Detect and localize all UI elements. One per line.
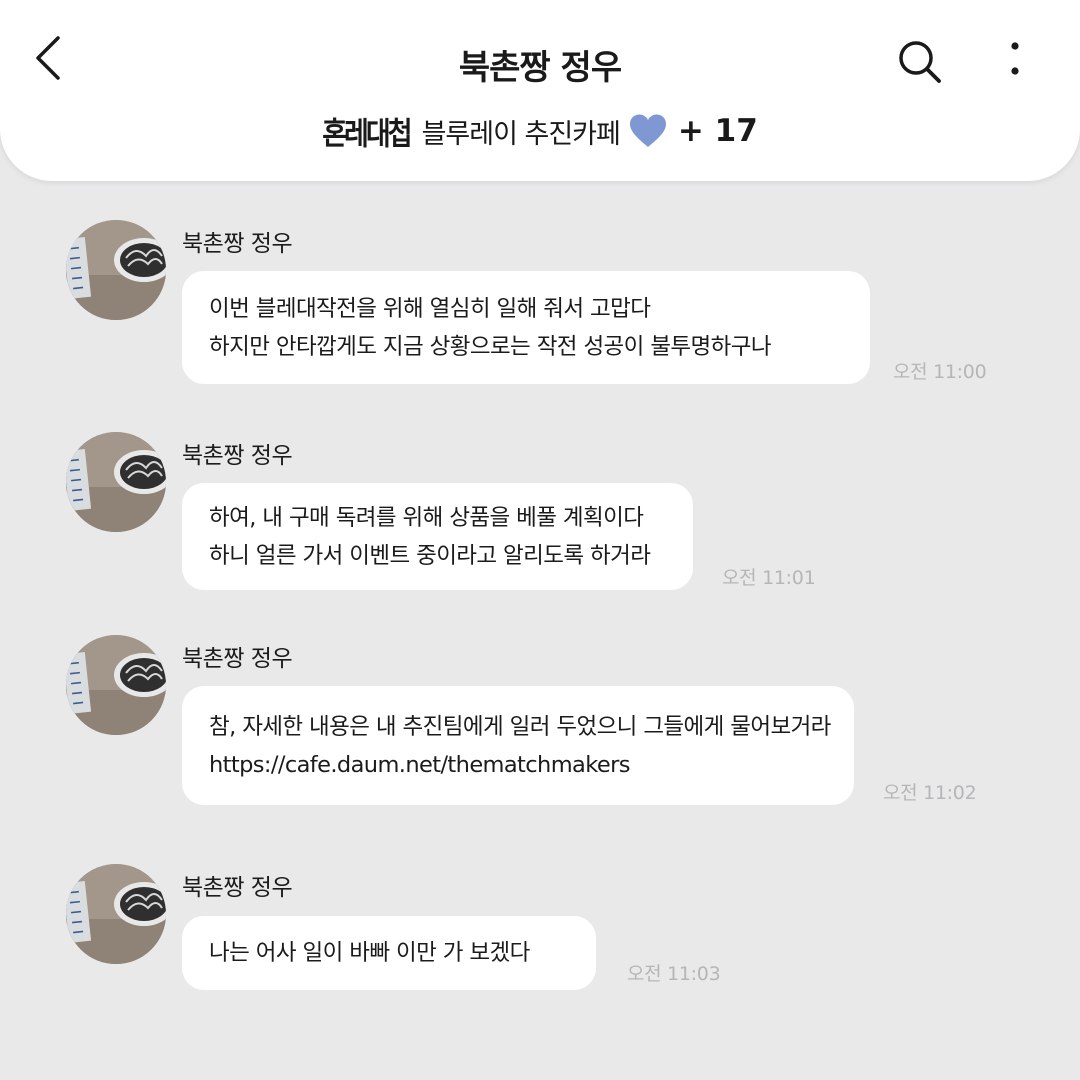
avatar-image: [66, 864, 166, 964]
message-timestamp: 오전 11:03: [627, 963, 721, 985]
more-vertical-icon: [1011, 42, 1019, 75]
avatar-image: [66, 432, 166, 532]
message-text: 나는 어사 일이 바빠 이만 가 보겠다: [209, 940, 530, 966]
heart-icon: [629, 114, 666, 147]
search-icon: [899, 41, 941, 83]
message-text: 하여, 내 구매 독려를 위해 상품을 베풀 계획이다: [209, 504, 644, 531]
message-bubble[interactable]: 참, 자세한 내용은 내 추진팀에게 일러 두었으니 그들에게 물어보거라 htt…: [182, 686, 854, 805]
message-timestamp: 오전 11:01: [722, 567, 816, 589]
brand-logo: 혼레대첩: [322, 116, 412, 153]
message-text: 이번 블레대작전을 위해 열심히 일해 줘서 고맙다: [209, 295, 651, 322]
message-text: 하지만 안타깝게도 지금 상황으로는 작전 성공이 불투명하구나: [209, 333, 772, 360]
avatar-image: [66, 635, 166, 735]
avatar[interactable]: [66, 864, 166, 964]
sender-name: 북촌짱 정우: [182, 875, 293, 901]
avatar[interactable]: [66, 635, 166, 735]
subtitle-text: 블루레이 추진카페: [421, 118, 621, 150]
message-timestamp: 오전 11:00: [893, 361, 987, 383]
avatar-image: [66, 220, 166, 320]
more-options-button[interactable]: [1000, 38, 1030, 86]
chat-subtitle: 혼레대첩 블루레이 추진카페 + 17: [0, 108, 1080, 154]
sender-name: 북촌짱 정우: [182, 443, 293, 469]
message-bubble[interactable]: 하여, 내 구매 독려를 위해 상품을 베풀 계획이다하니 얼른 가서 이벤트 …: [182, 483, 693, 590]
chat-header: 북촌짱 정우 혼레대첩 블루레이 추진카페 + 17: [0, 0, 1080, 181]
avatar[interactable]: [66, 432, 166, 532]
member-count: + 17: [677, 113, 758, 149]
message-bubble[interactable]: 이번 블레대작전을 위해 열심히 일해 줘서 고맙다하지만 안타깝게도 지금 상…: [182, 271, 870, 384]
message-timestamp: 오전 11:02: [883, 782, 977, 804]
sender-name: 북촌짱 정우: [182, 231, 293, 257]
message-text: 하니 얼른 가서 이벤트 중이라고 알리도록 하거라: [209, 542, 651, 569]
sender-name: 북촌짱 정우: [182, 646, 293, 672]
message-link[interactable]: https://cafe.daum.net/thematchmakers: [209, 746, 827, 784]
avatar[interactable]: [66, 220, 166, 320]
message-text: 참, 자세한 내용은 내 추진팀에게 일러 두었으니 그들에게 물어보거라: [209, 713, 831, 740]
search-button[interactable]: [896, 38, 944, 86]
message-bubble[interactable]: 나는 어사 일이 바빠 이만 가 보겠다: [182, 916, 596, 990]
